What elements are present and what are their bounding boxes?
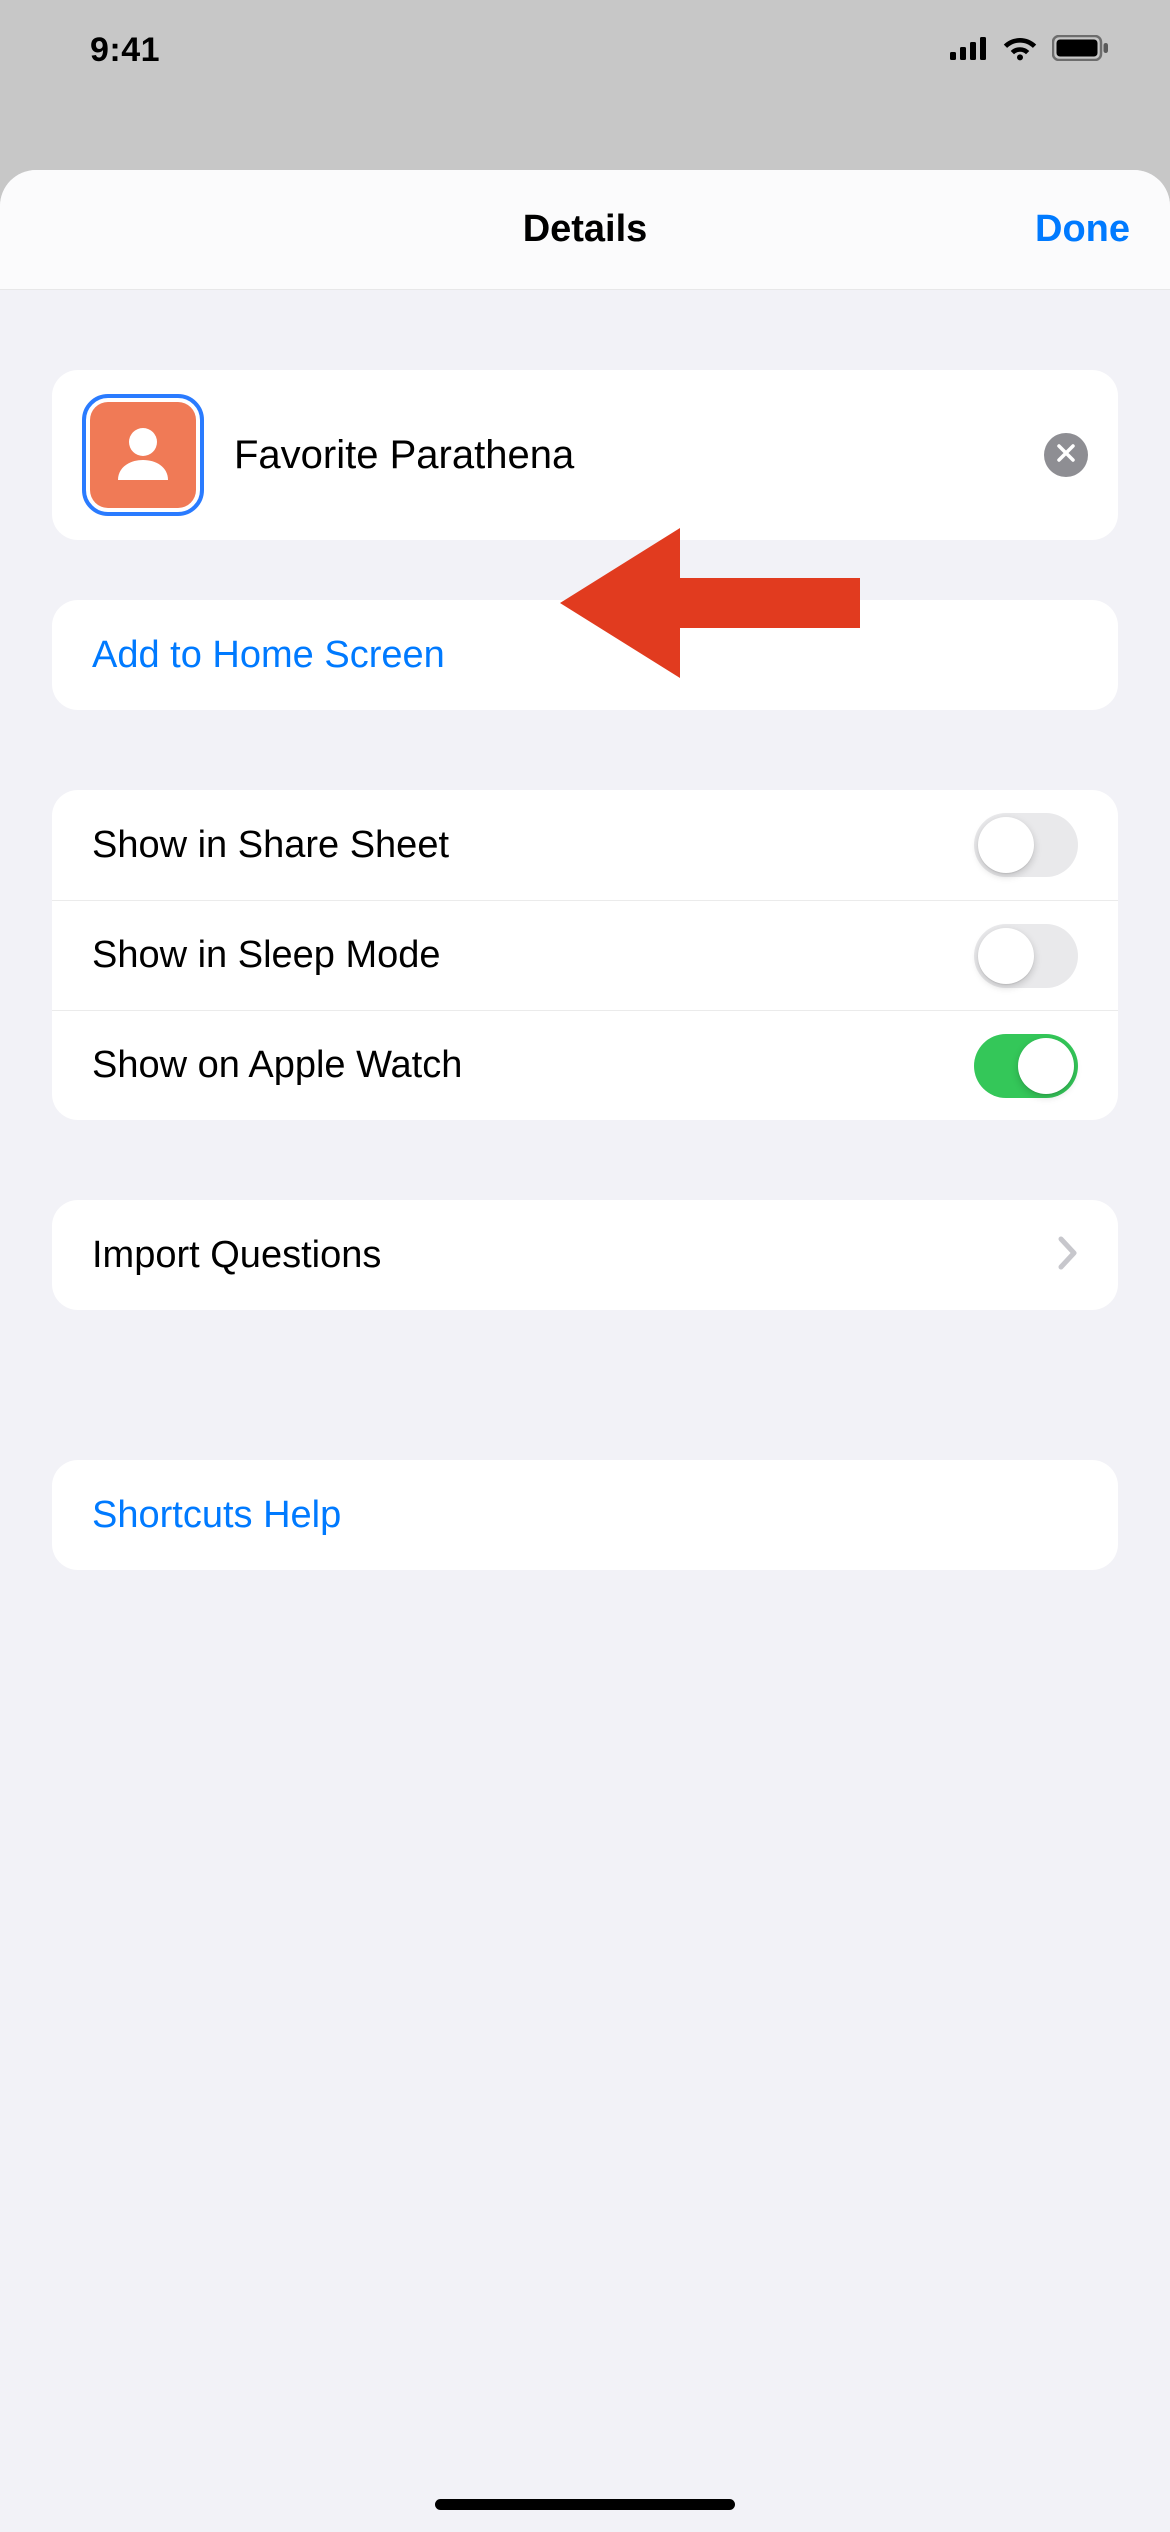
nav-bar: Details Done [0, 170, 1170, 290]
visibility-card: Show in Share Sheet Show in Sleep Mode S… [52, 790, 1118, 1120]
import-questions-card: Import Questions [52, 1200, 1118, 1310]
show-in-sleep-mode-row: Show in Sleep Mode [52, 900, 1118, 1010]
status-icons [950, 35, 1110, 66]
show-in-sleep-mode-label: Show in Sleep Mode [92, 934, 974, 977]
shortcut-icon-button[interactable] [82, 394, 204, 516]
status-bar: 9:41 [0, 0, 1170, 100]
show-in-share-sheet-toggle[interactable] [974, 813, 1078, 877]
home-indicator[interactable] [435, 2499, 735, 2510]
shortcut-name-input[interactable]: Favorite Parathena [234, 433, 1014, 478]
show-on-apple-watch-toggle[interactable] [974, 1034, 1078, 1098]
import-questions-label: Import Questions [92, 1234, 1058, 1277]
battery-icon [1052, 35, 1110, 66]
person-icon [108, 418, 178, 493]
add-to-home-screen-button[interactable]: Add to Home Screen [52, 600, 1118, 710]
chevron-right-icon [1058, 1236, 1078, 1275]
cellular-icon [950, 36, 988, 65]
show-in-sleep-mode-toggle[interactable] [974, 924, 1078, 988]
add-to-home-screen-label: Add to Home Screen [92, 634, 1078, 677]
wifi-icon [1002, 35, 1038, 66]
close-icon [1056, 443, 1076, 468]
show-in-share-sheet-label: Show in Share Sheet [92, 824, 974, 867]
show-on-apple-watch-row: Show on Apple Watch [52, 1010, 1118, 1120]
import-questions-button[interactable]: Import Questions [52, 1200, 1118, 1310]
details-sheet: Details Done Favorite Parathena [0, 170, 1170, 2532]
clear-name-button[interactable] [1044, 433, 1088, 477]
shortcut-row: Favorite Parathena [52, 370, 1118, 540]
done-button[interactable]: Done [1035, 170, 1130, 289]
add-home-card: Add to Home Screen [52, 600, 1118, 710]
show-on-apple-watch-label: Show on Apple Watch [92, 1044, 974, 1087]
shortcuts-help-button[interactable]: Shortcuts Help [52, 1460, 1118, 1570]
nav-title: Details [523, 208, 648, 251]
shortcut-card: Favorite Parathena [52, 370, 1118, 540]
shortcut-icon [90, 402, 196, 508]
shortcuts-help-label: Shortcuts Help [92, 1494, 1078, 1537]
show-in-share-sheet-row: Show in Share Sheet [52, 790, 1118, 900]
status-time: 9:41 [90, 31, 160, 70]
help-card: Shortcuts Help [52, 1460, 1118, 1570]
